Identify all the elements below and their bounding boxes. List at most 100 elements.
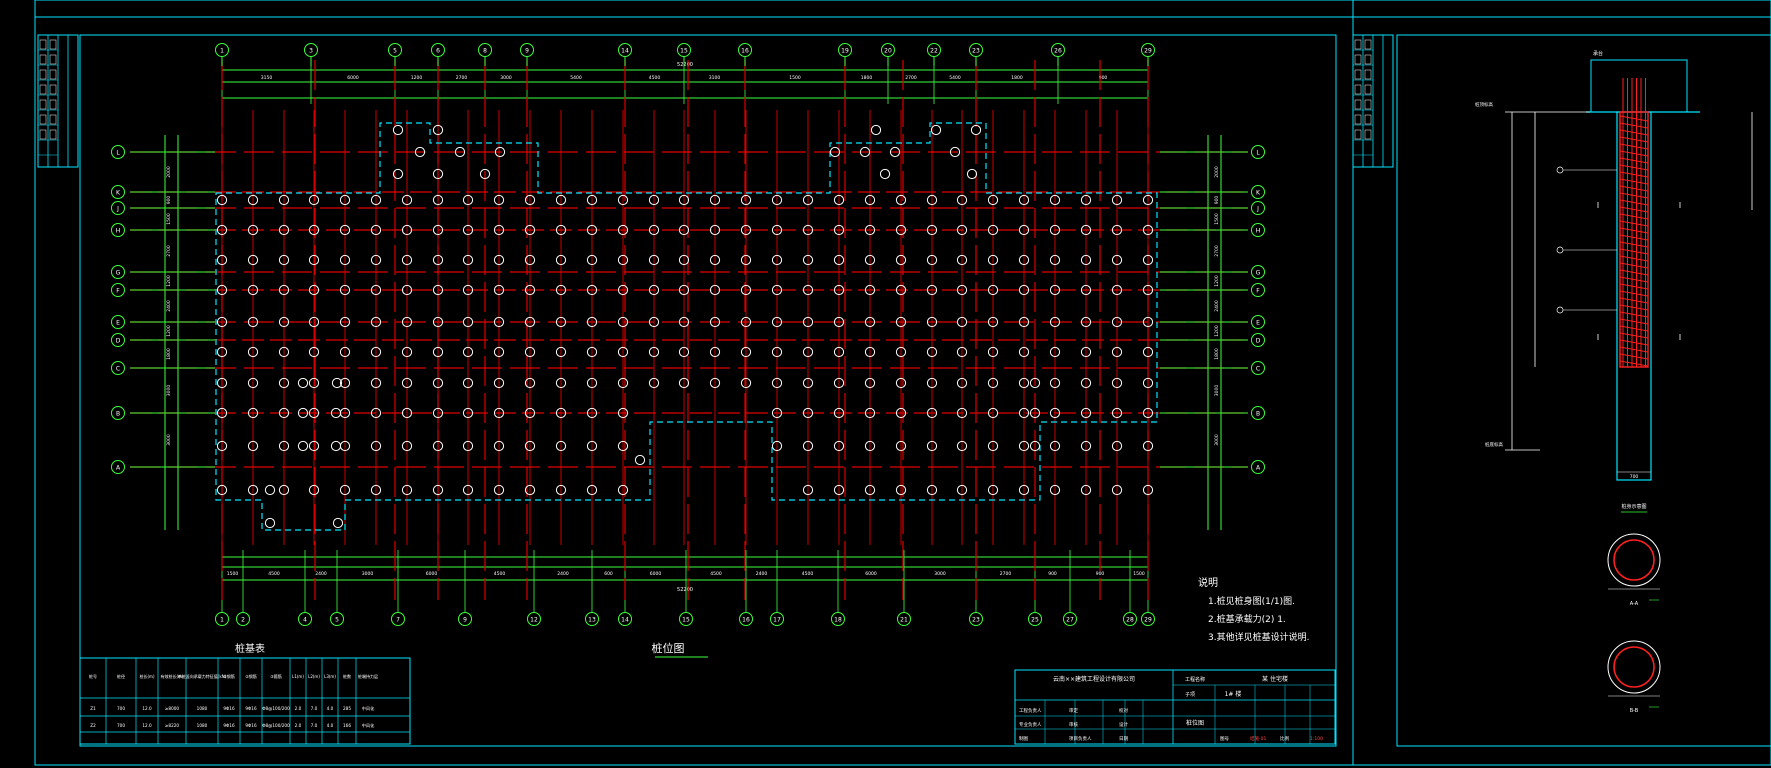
dim-text: 2700	[166, 245, 172, 257]
title-block-meta: 1:100	[1310, 736, 1323, 742]
detail-section-title: 桩身示意图	[1621, 503, 1646, 510]
pile-table-cell: 9Φ16	[245, 706, 257, 711]
dim-text: 1200	[411, 75, 423, 81]
axis-bubble-bottom-label: 17	[773, 617, 781, 624]
title-block-meta: 比例	[1280, 735, 1289, 742]
axis-bubble-right-label: B	[1256, 411, 1260, 418]
pile-marker[interactable]	[332, 517, 344, 529]
axis-bubble-top-label: 1	[220, 48, 224, 55]
note-item: 3.其他详见桩基设计说明.	[1208, 631, 1309, 643]
spiral-stirrup	[1619, 290, 1649, 297]
section-outline	[1607, 533, 1661, 587]
title-block-cell: 制图	[1019, 735, 1028, 742]
drawing-canvas[interactable]: 3150 6000 1200 2700 3000 5400 4500 3100 1500 1800…	[0, 0, 1771, 768]
spiral-stirrup	[1619, 269, 1649, 276]
pile-marker[interactable]	[870, 124, 882, 136]
axis-bubble-left-label: H	[116, 228, 121, 235]
axis-bubble-bottom-label: 29	[1144, 617, 1152, 624]
pile-marker[interactable]	[297, 377, 309, 389]
title-block-cell: 审核	[1069, 721, 1078, 728]
dim-text: 5400	[570, 75, 582, 81]
pile-plan[interactable]: 3150 6000 1200 2700 3000 5400 4500 3100 1500 1800…	[111, 43, 1265, 658]
pile-table-cell: 2.0	[295, 706, 302, 711]
axis-bubble-bottom-label: 12	[530, 617, 538, 624]
dim-text: 1800	[861, 75, 873, 81]
dim-text: 3000	[166, 434, 172, 446]
axis-bubble-top-label: 19	[841, 48, 849, 55]
pile-marker[interactable]	[264, 484, 276, 496]
spiral-stirrup	[1619, 346, 1649, 353]
pile-table-header: 桩号	[89, 673, 97, 679]
pile-table-cell: 1080	[197, 706, 208, 711]
title-block-meta: 结施-01	[1250, 735, 1266, 742]
pile-table-header: 桩长(m)	[139, 673, 154, 679]
title-block-subproject: 1# 楼	[1225, 690, 1242, 698]
dim-text-total: 52200	[677, 62, 693, 68]
pile-marker[interactable]	[966, 168, 978, 180]
design-notes: 说明 1.桩见桩身图(1/1)图. 2.桩基承载力(2) 1. 3.其他详见桩基…	[1198, 576, 1309, 643]
axis-bubble-top-label: 6	[436, 48, 440, 55]
foundation-outline-path	[215, 122, 1158, 531]
spiral-stirrup	[1619, 192, 1649, 199]
axis-bubble-right-label: F	[1256, 288, 1260, 295]
dim-text: 2700	[905, 75, 917, 81]
spiral-stirrup	[1619, 297, 1649, 304]
pile-table-cell: 中风化	[362, 705, 375, 712]
title-block-cell: 日期	[1119, 736, 1128, 742]
pile-table-cell: Z1	[90, 706, 96, 711]
axis-bubble-bottom-label: 4	[303, 617, 307, 624]
foundation-outline	[215, 122, 1158, 531]
pile-marker[interactable]	[930, 124, 942, 136]
spiral-stirrup	[1619, 311, 1649, 318]
pile-marker[interactable]	[634, 454, 646, 466]
pile-table-cell: ≥8220	[165, 723, 180, 728]
dim-text: 3100	[709, 75, 721, 81]
spiral-stirrup	[1619, 227, 1649, 234]
pile-table-cell: 12.0	[142, 706, 152, 711]
dim-text: 4500	[649, 75, 661, 81]
axis-bubble-bottom-label: 25	[1031, 617, 1039, 624]
pile-marker[interactable]	[879, 168, 891, 180]
dim-text: 1800	[1011, 75, 1023, 81]
detail-bottom-label: 桩底标高	[1485, 441, 1503, 448]
binding-strip-left	[37, 34, 79, 168]
dim-text: 2400	[166, 300, 172, 312]
spiral-stirrup	[1619, 122, 1649, 129]
pile-table: 桩基表 桩号 桩径 桩长(m) 有效桩长(m)单桩竖向承载力特征值(kN)①钢筋 ②钢筋…	[79, 642, 411, 745]
axis-bubble-bottom-label: 7	[396, 617, 400, 624]
axis-bubble-bottom-label: 28	[1126, 617, 1134, 624]
spiral-stirrup	[1619, 360, 1649, 367]
section-rebar-ring	[1613, 539, 1655, 581]
dimension-lines: 3150 6000 1200 2700 3000 5400 4500 3100 1500 1800…	[160, 55, 1227, 612]
axis-bubble-top-label: 26	[1054, 48, 1062, 55]
pile-marker[interactable]	[264, 517, 276, 529]
dim-text: 3000	[1214, 434, 1220, 446]
dim-text: 3000	[1214, 385, 1220, 397]
spiral-stirrup	[1619, 164, 1649, 171]
dim-text: 1800	[166, 348, 172, 360]
axis-bubble-bottom-label: 5	[335, 617, 339, 624]
title-block-cell: 专业负责人	[1019, 721, 1042, 728]
pile-marker[interactable]	[297, 440, 309, 452]
axis-bubble-top-label: 15	[680, 48, 688, 55]
axis-bubble-left-label: J	[116, 206, 119, 213]
spiral-stirrup	[1619, 143, 1649, 150]
dim-text: 3000	[934, 571, 946, 577]
title-block-cell: 设计	[1119, 721, 1128, 728]
pile-table-cell: 9Φ16	[223, 723, 235, 728]
pile-detail: 承台桩顶标高桩底标高 700 桩身示意图 A-A B-B	[1475, 50, 1753, 714]
spiral-stirrup	[1619, 262, 1649, 269]
title-block-project: 某 住宅楼	[1262, 675, 1288, 683]
spiral-stirrup	[1619, 248, 1649, 255]
axis-bubble-left-label: C	[116, 366, 120, 373]
title-block: 云南××建筑工程设计有限公司 工程名称 某 住宅楼子项 1# 楼桩位图 工程负责人 审定 校…	[1014, 669, 1336, 745]
pile-marker[interactable]	[392, 124, 404, 136]
pile-table-cell: 166	[343, 723, 351, 728]
pile-table-cell: 7.0	[311, 706, 318, 711]
pile-table-header: ①钢筋	[223, 673, 235, 679]
axis-bubble-top-label: 20	[884, 48, 892, 55]
pile-marker[interactable]	[330, 440, 342, 452]
pile-table-cell: ≥8000	[165, 706, 180, 711]
axis-bubble-right-label: E	[1256, 320, 1260, 327]
axis-bubble-bottom-label: 15	[682, 617, 690, 624]
